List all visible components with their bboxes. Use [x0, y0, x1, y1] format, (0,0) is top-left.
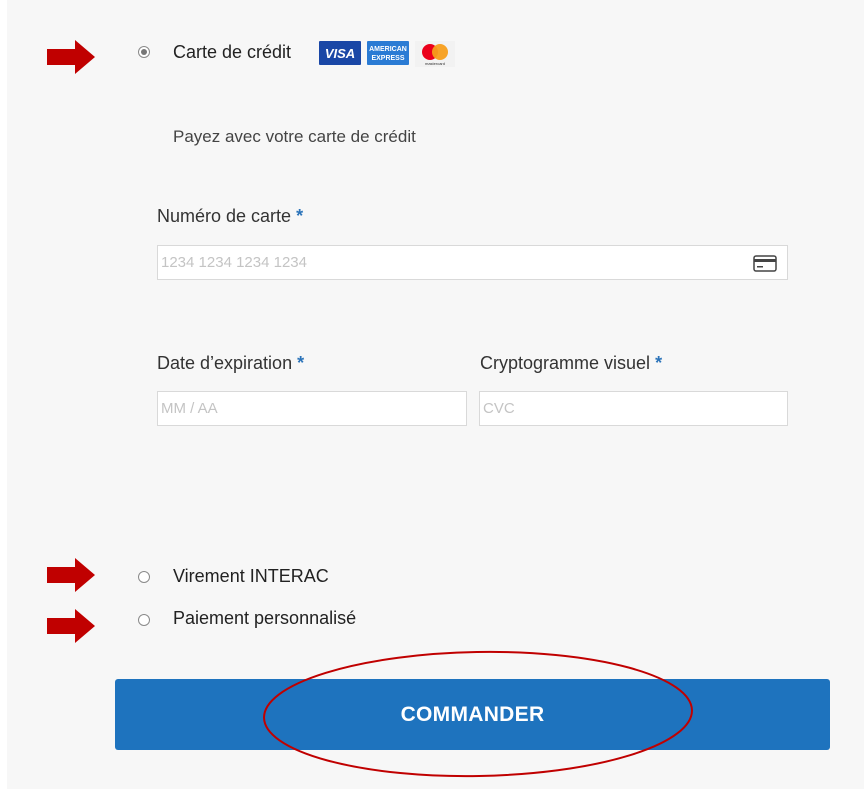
amex-logo-line2: EXPRESS	[371, 55, 404, 62]
cvc-placeholder: CVC	[483, 400, 515, 417]
visa-logo-icon: VISA	[319, 41, 361, 65]
expiry-label-text: Date d’expiration	[157, 353, 293, 373]
payment-method-label-credit-card[interactable]: Carte de crédit	[173, 42, 291, 63]
amex-logo-icon: AMERICAN EXPRESS	[367, 41, 409, 65]
card-number-label: Numéro de carte *	[157, 206, 303, 227]
red-arrow-annotation-icon	[47, 40, 95, 74]
credit-card-icon	[753, 255, 777, 272]
amex-logo-line1: AMERICAN	[369, 46, 407, 53]
card-number-label-text: Numéro de carte	[157, 206, 292, 226]
required-asterisk: *	[297, 353, 305, 373]
payment-method-label-custom[interactable]: Paiement personnalisé	[173, 608, 356, 629]
cvc-input[interactable]: CVC	[479, 391, 788, 426]
place-order-button[interactable]: COMMANDER	[115, 679, 830, 750]
expiry-placeholder: MM / AA	[161, 400, 218, 417]
visa-logo-text: VISA	[325, 46, 355, 61]
required-asterisk: *	[655, 353, 663, 373]
red-arrow-annotation-icon	[47, 609, 95, 643]
radio-interac[interactable]	[138, 571, 150, 583]
required-asterisk: *	[296, 206, 304, 226]
card-number-input[interactable]: 1234 1234 1234 1234	[157, 245, 788, 280]
cvc-label: Cryptogramme visuel *	[480, 353, 662, 374]
card-number-placeholder: 1234 1234 1234 1234	[161, 254, 307, 271]
mastercard-logo-text: mastercard	[425, 61, 445, 66]
red-arrow-annotation-icon	[47, 558, 95, 592]
credit-card-description: Payez avec votre carte de crédit	[173, 127, 416, 146]
payment-method-label-interac[interactable]: Virement INTERAC	[173, 566, 329, 587]
mastercard-logo-icon: mastercard	[415, 41, 455, 67]
expiry-label: Date d’expiration *	[157, 353, 304, 374]
radio-credit-card[interactable]	[138, 46, 150, 58]
expiry-input[interactable]: MM / AA	[157, 391, 467, 426]
cvc-label-text: Cryptogramme visuel	[480, 353, 651, 373]
radio-custom-payment[interactable]	[138, 614, 150, 626]
